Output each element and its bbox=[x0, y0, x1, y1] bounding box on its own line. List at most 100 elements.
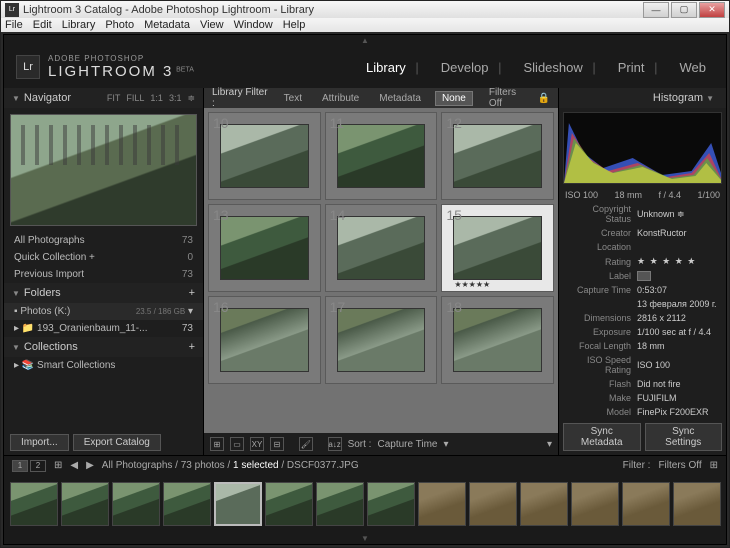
folders-add-icon[interactable]: + bbox=[189, 287, 195, 299]
hist-shutter: 1/100 bbox=[697, 190, 720, 200]
nav-3to1[interactable]: 3:1 bbox=[169, 93, 182, 104]
filter-attribute[interactable]: Attribute bbox=[316, 92, 365, 105]
meta-value: FUJIFILM bbox=[637, 393, 677, 403]
sort-menu-icon[interactable]: ▾ bbox=[444, 439, 449, 450]
filmstrip-thumb[interactable] bbox=[418, 482, 466, 526]
top-collapse-arrow[interactable]: ▲ bbox=[4, 35, 726, 46]
smart-collections[interactable]: ▸ 📚 Smart Collections bbox=[4, 357, 203, 374]
sort-direction-icon[interactable]: a↓z bbox=[328, 437, 342, 451]
filmstrip-thumb[interactable] bbox=[61, 482, 109, 526]
toolbar-menu-icon[interactable]: ▾ bbox=[547, 439, 552, 450]
navigator-header[interactable]: ▼ Navigator FIT FILL 1:1 3:1 ≑ bbox=[4, 88, 203, 108]
module-develop[interactable]: Develop bbox=[433, 58, 510, 77]
painter-icon[interactable]: 🖌 bbox=[299, 437, 313, 451]
filmstrip-thumb[interactable] bbox=[112, 482, 160, 526]
meta-key: Capture Time bbox=[565, 285, 637, 295]
label-swatch[interactable] bbox=[637, 271, 651, 281]
filter-switch-icon[interactable]: ⊞ bbox=[710, 460, 718, 471]
filmstrip-path[interactable]: All Photographs / 73 photos / 1 selected… bbox=[102, 460, 615, 471]
grid-cell-selected[interactable]: 15★★★★★ bbox=[441, 204, 554, 292]
compare-view-icon[interactable]: XY bbox=[250, 437, 264, 451]
filmstrip-filter-value[interactable]: Filters Off bbox=[658, 460, 701, 471]
filmstrip-thumb[interactable] bbox=[571, 482, 619, 526]
grid-cell[interactable]: 18 bbox=[441, 296, 554, 384]
filmstrip-thumb[interactable] bbox=[622, 482, 670, 526]
folder-drive[interactable]: ▪ Photos (K:) 23.5 / 186 GB ▾ bbox=[4, 303, 203, 320]
nav-fit[interactable]: FIT bbox=[107, 93, 121, 104]
menu-metadata[interactable]: Metadata bbox=[144, 19, 190, 31]
filmstrip-thumb[interactable] bbox=[10, 482, 58, 526]
module-slideshow[interactable]: Slideshow bbox=[516, 58, 604, 77]
grid-shortcut-icon[interactable]: ⊞ bbox=[54, 460, 62, 471]
filter-metadata[interactable]: Metadata bbox=[373, 92, 427, 105]
nav-1to1[interactable]: 1:1 bbox=[150, 93, 163, 104]
grid-cell[interactable]: 12 bbox=[441, 112, 554, 200]
nav-fill[interactable]: FILL bbox=[126, 93, 144, 104]
catalog-quick[interactable]: Quick Collection + 0 bbox=[4, 249, 203, 266]
filmstrip-thumb[interactable] bbox=[520, 482, 568, 526]
menu-help[interactable]: Help bbox=[283, 19, 306, 31]
sync-metadata-button[interactable]: Sync Metadata bbox=[563, 423, 641, 451]
sync-settings-button[interactable]: Sync Settings bbox=[645, 423, 723, 451]
grid-cell[interactable]: 10 bbox=[208, 112, 321, 200]
menu-library[interactable]: Library bbox=[62, 19, 96, 31]
rating-value[interactable]: ★ ★ ★ ★ ★ bbox=[637, 256, 696, 267]
menu-view[interactable]: View bbox=[200, 19, 224, 31]
grid-cell[interactable]: 11 bbox=[325, 112, 438, 200]
filmstrip[interactable] bbox=[4, 475, 726, 533]
meta-value[interactable]: KonstRuctor bbox=[637, 228, 687, 238]
filmstrip-thumb[interactable] bbox=[316, 482, 364, 526]
menu-photo[interactable]: Photo bbox=[105, 19, 134, 31]
drive-menu-icon[interactable]: ▾ bbox=[185, 306, 193, 317]
grid-cell[interactable]: 13 bbox=[208, 204, 321, 292]
sort-value[interactable]: Capture Time bbox=[377, 439, 437, 450]
meta-value[interactable]: Unknown ≑ bbox=[637, 209, 685, 220]
bottom-collapse-arrow[interactable]: ▼ bbox=[4, 533, 726, 544]
navigator-preview[interactable] bbox=[10, 114, 197, 226]
catalog-previous[interactable]: Previous Import 73 bbox=[4, 266, 203, 283]
screen-2[interactable]: 2 bbox=[30, 460, 46, 472]
libfilter-label: Library Filter : bbox=[212, 87, 270, 109]
nav-fwd-icon[interactable]: ▶ bbox=[86, 460, 94, 471]
filmstrip-thumb[interactable] bbox=[265, 482, 313, 526]
minimize-button[interactable]: — bbox=[643, 2, 669, 18]
close-button[interactable]: ✕ bbox=[699, 2, 725, 18]
import-button[interactable]: Import... bbox=[10, 434, 69, 451]
filter-none[interactable]: None bbox=[435, 91, 473, 106]
grid-cell[interactable]: 17 bbox=[325, 296, 438, 384]
filter-text[interactable]: Text bbox=[278, 92, 308, 105]
module-web[interactable]: Web bbox=[672, 58, 715, 77]
collections-add-icon[interactable]: + bbox=[189, 341, 195, 353]
nav-back-icon[interactable]: ◀ bbox=[70, 460, 78, 471]
grid-cell[interactable]: 16 bbox=[208, 296, 321, 384]
filmstrip-thumb[interactable] bbox=[469, 482, 517, 526]
loupe-view-icon[interactable]: ▭ bbox=[230, 437, 244, 451]
export-catalog-button[interactable]: Export Catalog bbox=[73, 434, 161, 451]
catalog-all-photos[interactable]: All Photographs 73 bbox=[4, 232, 203, 249]
histogram-header[interactable]: Histogram ▼ bbox=[559, 88, 726, 108]
catalog-all-count: 73 bbox=[182, 235, 193, 246]
collections-header[interactable]: ▼ Collections + bbox=[4, 337, 203, 357]
filmstrip-thumb[interactable] bbox=[163, 482, 211, 526]
module-library[interactable]: Library bbox=[358, 58, 427, 77]
grid-cell[interactable]: 14 bbox=[325, 204, 438, 292]
histogram[interactable] bbox=[563, 112, 722, 184]
screen-1[interactable]: 1 bbox=[12, 460, 28, 472]
filmstrip-thumb[interactable] bbox=[673, 482, 721, 526]
filmstrip-thumb[interactable] bbox=[367, 482, 415, 526]
menu-file[interactable]: File bbox=[5, 19, 23, 31]
survey-view-icon[interactable]: ⊟ bbox=[270, 437, 284, 451]
menu-window[interactable]: Window bbox=[234, 19, 273, 31]
filter-lock-icon[interactable]: 🔒 bbox=[538, 93, 550, 104]
catalog-prev-label: Previous Import bbox=[14, 269, 84, 280]
nav-ratio-menu-icon[interactable]: ≑ bbox=[187, 93, 195, 104]
menubar: File Edit Library Photo Metadata View Wi… bbox=[1, 18, 729, 32]
menu-edit[interactable]: Edit bbox=[33, 19, 52, 31]
filters-off[interactable]: Filters Off bbox=[489, 87, 530, 109]
folder-item[interactable]: ▸ 📁 193_Oranienbaum_11-... 73 bbox=[4, 320, 203, 337]
folders-header[interactable]: ▼ Folders + bbox=[4, 283, 203, 303]
filmstrip-thumb-selected[interactable] bbox=[214, 482, 262, 526]
maximize-button[interactable]: ▢ bbox=[671, 2, 697, 18]
module-print[interactable]: Print bbox=[610, 58, 666, 77]
grid-view-icon[interactable]: ⊞ bbox=[210, 437, 224, 451]
